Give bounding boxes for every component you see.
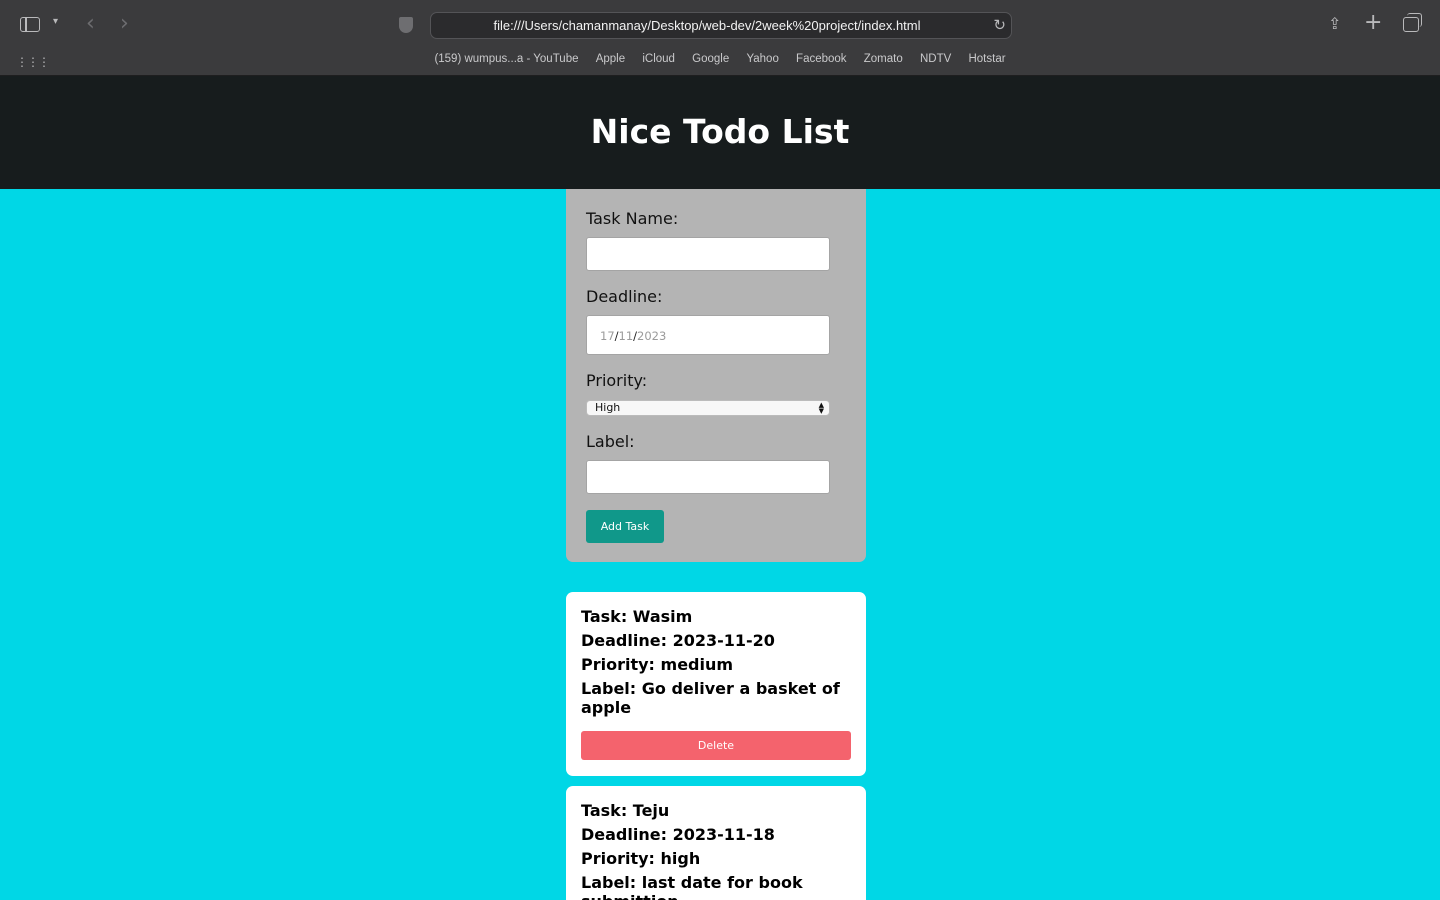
task-card: Task: Wasim Deadline: 2023-11-20 Priorit… (566, 592, 866, 776)
bookmarks-bar: (159) wumpus...a - YouTube Apple iCloud … (0, 53, 1440, 65)
task-name-input[interactable] (586, 237, 830, 271)
page-title: Nice Todo List (590, 112, 850, 151)
priority-selected-value: High (595, 401, 621, 414)
task-deadline: Deadline: 2023-11-20 (581, 631, 775, 650)
task-priority: Priority: medium (581, 655, 734, 674)
add-task-button[interactable]: Add Task (586, 510, 664, 543)
chevron-down-icon[interactable]: ▾ (53, 16, 58, 27)
task-name: Task: Wasim (581, 607, 693, 626)
deadline-month[interactable]: 11 (619, 329, 634, 343)
delete-task-button[interactable]: Delete (581, 731, 851, 760)
bookmark-ndtv[interactable]: NDTV (920, 53, 951, 65)
bookmark-google[interactable]: Google (692, 53, 729, 65)
reload-icon[interactable]: ↻ (993, 16, 1006, 34)
task-label: Label: Go deliver a basket of apple (581, 679, 840, 717)
task-label: Label: last date for book submittion (581, 873, 803, 900)
task-priority: Priority: high (581, 849, 701, 868)
priority-label: Priority: (586, 371, 648, 390)
back-arrow-icon[interactable]: ‹ (86, 11, 95, 36)
page-header: Nice Todo List (0, 76, 1440, 189)
task-name: Task: Teju (581, 801, 670, 820)
label-input[interactable] (586, 460, 830, 494)
deadline-year[interactable]: 2023 (637, 329, 666, 343)
bookmark-apple[interactable]: Apple (596, 53, 625, 65)
bookmark-facebook[interactable]: Facebook (796, 53, 847, 65)
task-deadline: Deadline: 2023-11-18 (581, 825, 775, 844)
tab-overview-icon[interactable] (1403, 13, 1422, 32)
task-name-label: Task Name: (586, 209, 679, 228)
label-label: Label: (586, 432, 635, 451)
browser-toolbar: ▾ ‹ › file:///Users/chamanmanay/Desktop/… (0, 0, 1440, 76)
forward-arrow-icon[interactable]: › (120, 11, 129, 36)
bookmark-hotstar[interactable]: Hotstar (968, 53, 1005, 65)
task-form: Task Name: Deadline: 17/11/2023 Priority… (566, 189, 866, 562)
url-text[interactable]: file:///Users/chamanmanay/Desktop/web-de… (431, 18, 983, 33)
task-card: Task: Teju Deadline: 2023-11-18 Priority… (566, 786, 866, 900)
sidebar-toggle-icon[interactable] (20, 17, 40, 32)
deadline-day[interactable]: 17 (600, 329, 615, 343)
new-tab-icon[interactable]: + (1364, 10, 1382, 35)
bookmark-icloud[interactable]: iCloud (642, 53, 675, 65)
priority-select[interactable]: High ▲ ▼ (586, 400, 830, 416)
deadline-label: Deadline: (586, 287, 663, 306)
privacy-shield-icon[interactable] (399, 17, 413, 33)
bookmark-zomato[interactable]: Zomato (864, 53, 903, 65)
select-arrows-icon: ▲ ▼ (818, 401, 824, 415)
share-icon[interactable]: ⇪ (1328, 14, 1341, 33)
bookmark-youtube[interactable]: (159) wumpus...a - YouTube (434, 53, 578, 65)
deadline-input[interactable]: 17/11/2023 (586, 315, 830, 355)
address-bar[interactable]: file:///Users/chamanmanay/Desktop/web-de… (430, 12, 1012, 39)
bookmark-yahoo[interactable]: Yahoo (746, 53, 778, 65)
